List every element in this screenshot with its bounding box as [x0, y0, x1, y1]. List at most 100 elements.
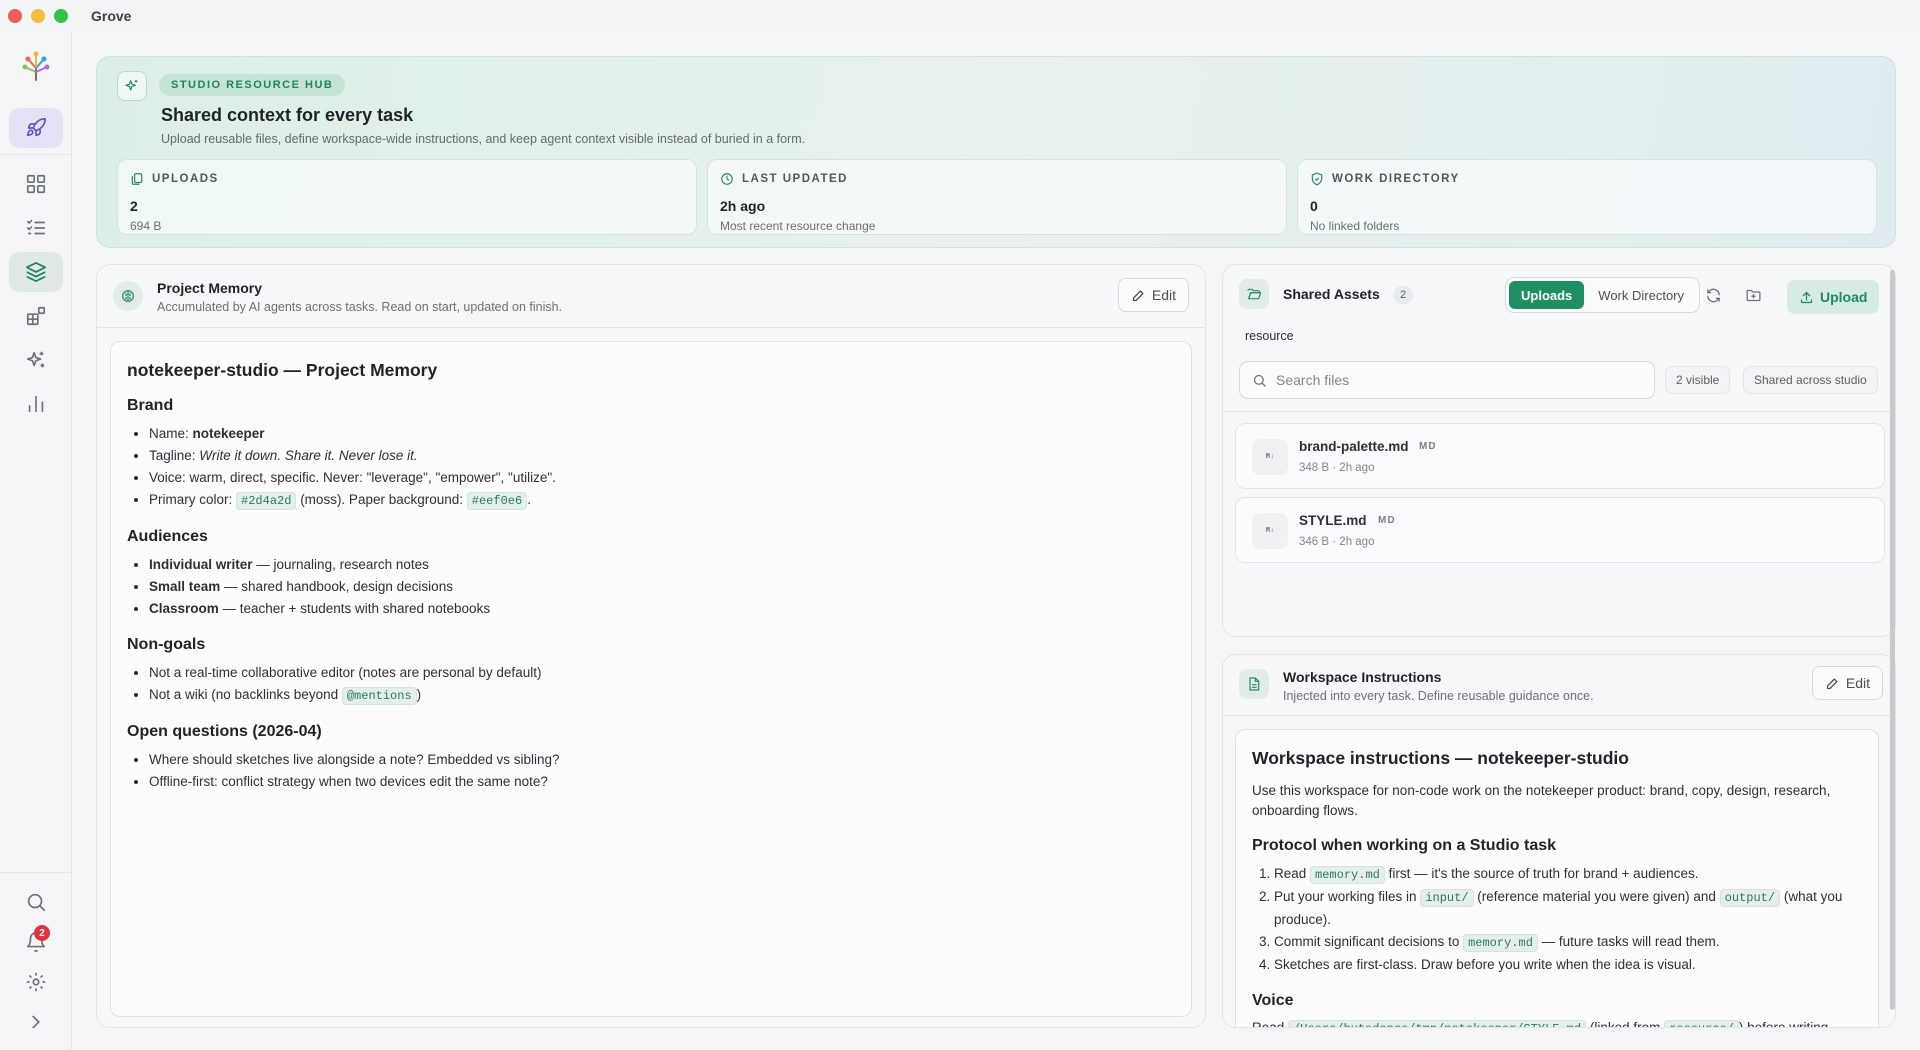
sidebar-item-tasks[interactable] — [9, 208, 63, 248]
rocket-icon — [26, 118, 46, 137]
audiences-heading: Audiences — [127, 528, 208, 545]
hero-icon — [117, 71, 147, 101]
search-files-input[interactable]: Search files — [1239, 361, 1655, 399]
chevron-right-icon — [32, 1015, 40, 1029]
app-title: Grove — [91, 8, 132, 24]
instructions-icon-wrap — [1239, 669, 1269, 699]
file-row[interactable]: M↓ STYLE.md MD 346 B · 2h ago — [1235, 497, 1885, 563]
assets-view-toggle: Uploads Work Directory — [1505, 277, 1701, 313]
edit-instructions-button[interactable]: Edit — [1811, 666, 1883, 700]
edit-memory-button[interactable]: Edit — [1117, 278, 1189, 312]
list-item: Commit significant decisions to memory.m… — [1274, 931, 1862, 954]
project-memory-panel: Project Memory Accumulated by AI agents … — [96, 264, 1206, 1028]
minimize-window-button[interactable] — [31, 9, 45, 23]
inline-code: memory.md — [1463, 934, 1538, 952]
sidebar-item-ai[interactable] — [9, 340, 63, 380]
folder-open-icon — [1247, 288, 1262, 300]
scope-chip: Shared across studio — [1743, 366, 1878, 394]
refresh-button[interactable] — [1697, 279, 1729, 311]
bar-chart-icon — [28, 395, 44, 413]
inline-code: #eef0e6 — [466, 492, 528, 510]
sidebar-divider — [0, 872, 72, 873]
notifications-button[interactable]: 2 — [9, 922, 63, 962]
panel-subtitle: Injected into every task. Define reusabl… — [1283, 689, 1594, 703]
brand-list: Name: notekeeper Tagline: Write it down.… — [127, 423, 1175, 512]
brand-heading: Brand — [127, 397, 174, 414]
list-item: Small team — shared handbook, design dec… — [149, 576, 1175, 598]
sidebar-item-dashboard[interactable] — [9, 164, 63, 204]
page-scrollbar[interactable] — [1890, 270, 1895, 1010]
file-meta: 346 B · 2h ago — [1299, 536, 1375, 548]
list-item: Name: notekeeper — [149, 423, 1175, 445]
stat-value: 2h ago — [720, 198, 766, 214]
document-icon — [1249, 677, 1260, 691]
folder-label: resource — [1245, 329, 1294, 343]
questions-heading: Open questions (2026-04) — [127, 723, 322, 740]
pencil-icon — [1826, 678, 1838, 689]
file-type-tag: MD — [1378, 515, 1396, 526]
upload-button[interactable]: Upload — [1787, 280, 1880, 314]
tab-work-directory[interactable]: Work Directory — [1586, 281, 1696, 309]
hero-subtitle: Upload reusable files, define workspace-… — [161, 132, 806, 146]
stat-label: WORK DIRECTORY — [1332, 173, 1460, 185]
edit-label: Edit — [1845, 675, 1870, 691]
list-item: Read memory.md first — it's the source o… — [1274, 863, 1862, 886]
audiences-list: Individual writer — journaling, research… — [127, 554, 1175, 620]
resource-hub-hero: STUDIO RESOURCE HUB Shared context for e… — [96, 56, 1896, 248]
inline-code: memory.md — [1310, 866, 1385, 884]
list-item: Tagline: Write it down. Share it. Never … — [149, 445, 1175, 467]
list-item: Put your working files in input/ (refere… — [1274, 886, 1862, 931]
shared-assets-panel: Shared Assets 2 Uploads Work Directory U… — [1222, 264, 1896, 637]
visible-count-chip: 2 visible — [1665, 366, 1731, 394]
stat-value: 0 — [1310, 198, 1318, 214]
voice-heading: Voice — [1252, 992, 1294, 1009]
close-window-button[interactable] — [8, 9, 22, 23]
questions-list: Where should sketches live alongside a n… — [127, 749, 1175, 793]
assets-icon-wrap — [1239, 279, 1269, 309]
sidebar-item-resources[interactable] — [9, 252, 63, 292]
file-type-tag: MD — [1419, 441, 1437, 452]
stat-sub: No linked folders — [1310, 219, 1400, 233]
tab-uploads[interactable]: Uploads — [1509, 281, 1585, 309]
sidebar-divider — [0, 154, 72, 155]
hero-title: Shared context for every task — [161, 105, 414, 125]
app-logo — [20, 50, 52, 82]
sparkles-icon — [125, 80, 138, 91]
panel-divider — [1223, 715, 1895, 716]
file-row[interactable]: M↓ brand-palette.md MD 348 B · 2h ago — [1235, 423, 1885, 489]
notification-count-badge: 2 — [34, 925, 50, 941]
launch-button[interactable] — [9, 108, 63, 148]
file-meta: 348 B · 2h ago — [1299, 462, 1375, 474]
clock-icon — [721, 173, 733, 185]
panel-subtitle: Accumulated by AI agents across tasks. R… — [157, 300, 563, 314]
gear-icon — [26, 972, 46, 992]
panel-title: Project Memory — [157, 280, 263, 296]
list-item: Where should sketches live alongside a n… — [149, 749, 1175, 771]
new-folder-button[interactable] — [1737, 279, 1769, 311]
list-item: Classroom — teacher + students with shar… — [149, 598, 1175, 620]
nongoals-heading: Non-goals — [127, 636, 206, 653]
list-item: Primary color: #2d4a2d (moss). Paper bac… — [149, 489, 1175, 512]
panel-title: Shared Assets — [1283, 286, 1380, 302]
panel-divider — [1223, 411, 1895, 412]
stat-sub: 694 B — [130, 219, 162, 233]
settings-button[interactable] — [9, 962, 63, 1002]
grid-icon — [26, 174, 46, 194]
stat-value: 2 — [130, 198, 138, 214]
pencil-icon — [1132, 290, 1144, 301]
expand-sidebar-button[interactable] — [9, 1002, 63, 1042]
search-icon — [1253, 374, 1266, 387]
panel-divider — [97, 327, 1205, 328]
list-item: Not a wiki (no backlinks beyond @mention… — [149, 684, 1175, 707]
zoom-window-button[interactable] — [54, 9, 68, 23]
sidebar-item-analytics[interactable] — [9, 384, 63, 424]
voice-paragraph: Read /Users/hutedance/tmp/notekeeper/STY… — [1252, 1018, 1862, 1027]
list-item: Offline-first: conflict strategy when tw… — [149, 771, 1175, 793]
sidebar: 2 — [0, 32, 72, 1050]
search-button[interactable] — [9, 882, 63, 922]
blocks-icon — [26, 306, 46, 326]
instructions-heading: Workspace instructions — notekeeper-stud… — [1252, 748, 1629, 768]
list-item: Voice: warm, direct, specific. Never: "l… — [149, 467, 1175, 489]
memory-heading: notekeeper-studio — Project Memory — [127, 360, 438, 380]
sidebar-item-integrations[interactable] — [9, 296, 63, 336]
